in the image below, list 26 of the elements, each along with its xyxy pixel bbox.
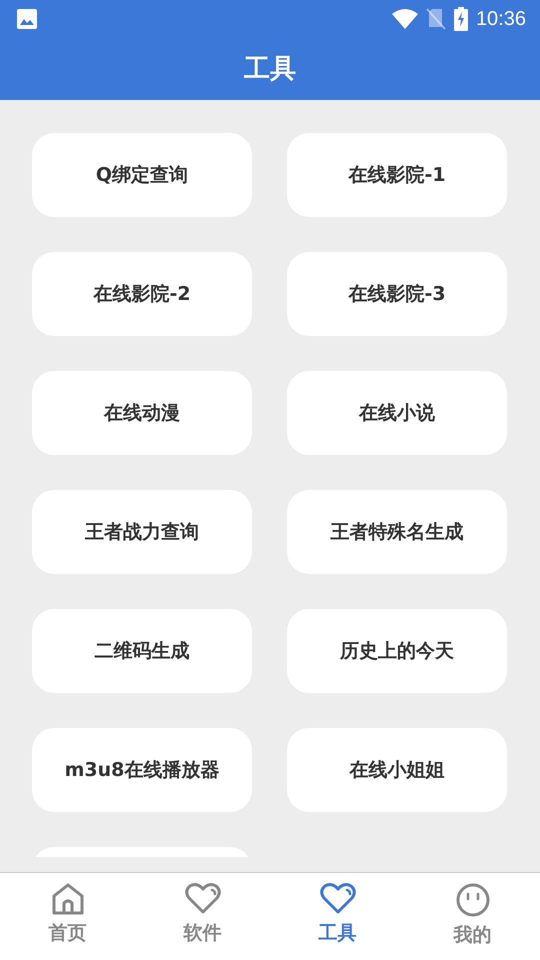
tool-button[interactable]: 王者战力查询: [32, 490, 252, 574]
nav-tab[interactable]: 软件: [135, 873, 270, 960]
tool-button[interactable]: 历史上的今天: [287, 609, 507, 693]
tool-button[interactable]: 在线影院-3: [287, 252, 507, 336]
tool-button[interactable]: 二维码生成: [32, 609, 252, 693]
nav-tab[interactable]: 工具: [270, 873, 405, 960]
wifi-icon: [392, 9, 418, 29]
heart-icon: [320, 883, 356, 915]
tool-button[interactable]: 王者特殊名生成: [287, 490, 507, 574]
no-sim-icon: [426, 8, 446, 30]
battery-charging-icon: [454, 7, 468, 31]
tool-button[interactable]: 在线影院-1: [287, 133, 507, 217]
nav-tab[interactable]: 首页: [0, 873, 135, 960]
tool-button[interactable]: Q绑定查询: [32, 133, 252, 217]
face-icon: [456, 883, 490, 917]
clock-time: 10:36: [476, 7, 526, 32]
page-title: 工具: [244, 52, 296, 86]
home-icon: [50, 883, 84, 915]
tool-button[interactable]: 在线小姐姐: [287, 728, 507, 812]
nav-tab[interactable]: 我的: [405, 873, 540, 960]
heart-icon: [184, 883, 220, 915]
image-icon: [17, 9, 37, 29]
tool-button[interactable]: 在线影院-2: [32, 252, 252, 336]
tool-button[interactable]: m3u8在线播放器: [32, 728, 252, 812]
tool-button[interactable]: 在线动漫: [32, 371, 252, 455]
tool-button[interactable]: 在线小说: [287, 371, 507, 455]
